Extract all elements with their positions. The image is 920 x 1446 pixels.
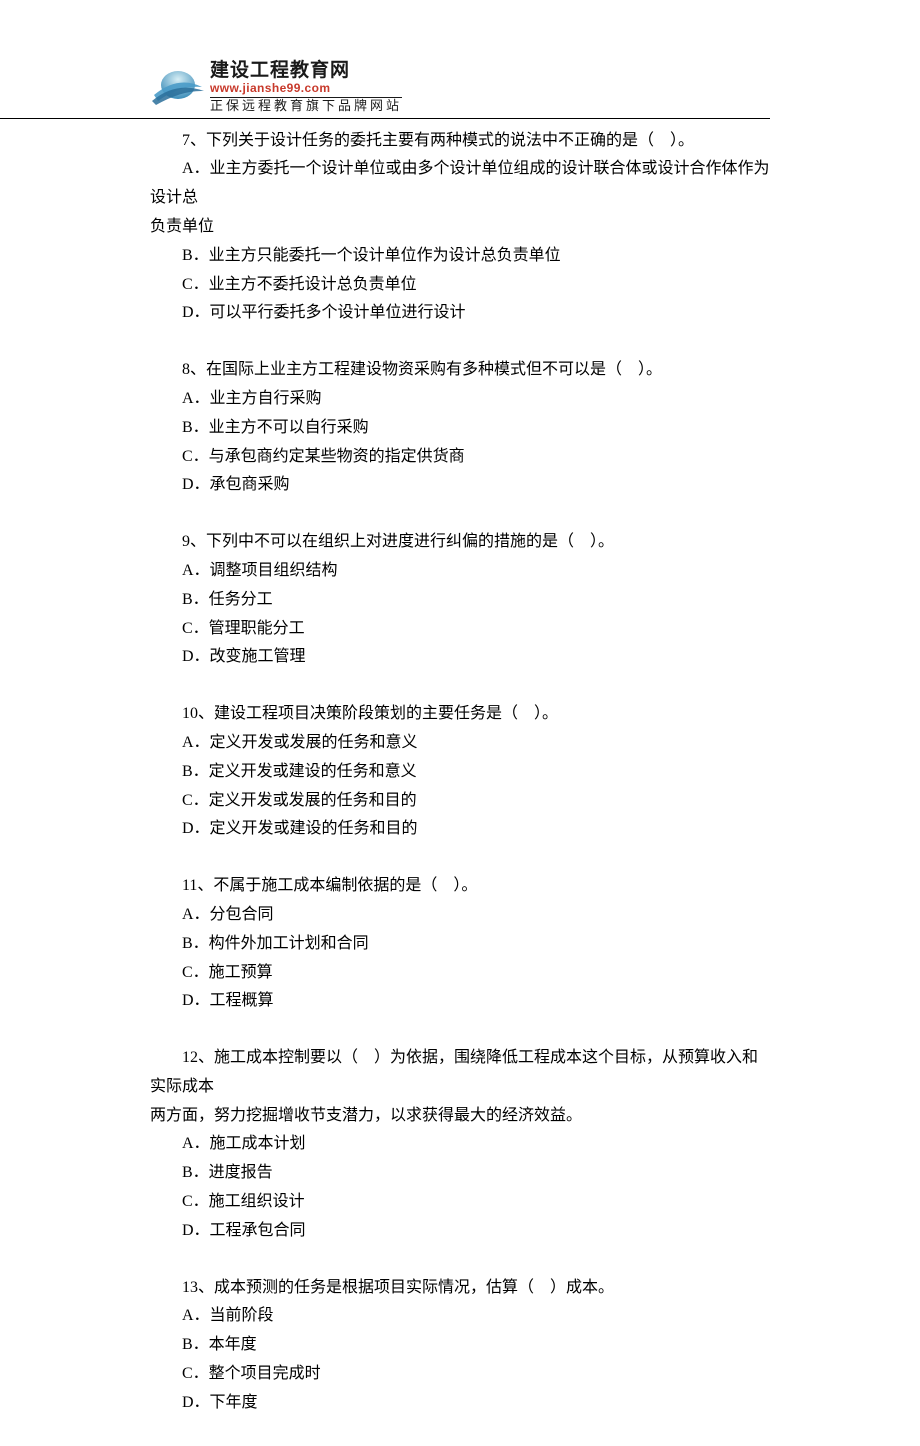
- option-b: B．进度报告: [150, 1159, 770, 1188]
- option-d: D．下年度: [150, 1389, 770, 1418]
- question-stem-continuation: 负责单位: [150, 213, 770, 242]
- option-d: D．承包商采购: [150, 471, 770, 500]
- option-d: D．可以平行委托多个设计单位进行设计: [150, 299, 770, 328]
- option-c: C．整个项目完成时: [150, 1360, 770, 1389]
- question-block: 13、成本预测的任务是根据项目实际情况，估算（ ）成本。 A．当前阶段 B．本年…: [150, 1274, 770, 1418]
- logo-block: 建设工程教育网 www.jianshe99.com 正保远程教育旗下品牌网站: [150, 60, 770, 114]
- option-c: C．施工组织设计: [150, 1188, 770, 1217]
- question-block: 7、下列关于设计任务的委托主要有两种模式的说法中不正确的是（ ）。 A．业主方委…: [150, 127, 770, 329]
- option-b: B．任务分工: [150, 586, 770, 615]
- option-b: B．构件外加工计划和合同: [150, 930, 770, 959]
- question-block: 8、在国际上业主方工程建设物资采购有多种模式但不可以是（ ）。 A．业主方自行采…: [150, 356, 770, 500]
- question-block: 9、下列中不可以在组织上对进度进行纠偏的措施的是（ ）。 A．调整项目组织结构 …: [150, 528, 770, 672]
- option-b: B．业主方不可以自行采购: [150, 414, 770, 443]
- question-block: 11、不属于施工成本编制依据的是（ ）。 A．分包合同 B．构件外加工计划和合同…: [150, 872, 770, 1016]
- logo-tagline: 正保远程教育旗下品牌网站: [210, 97, 402, 114]
- option-d: D．工程承包合同: [150, 1217, 770, 1246]
- option-a: A．施工成本计划: [150, 1130, 770, 1159]
- question-stem: 12、施工成本控制要以（ ）为依据，围绕降低工程成本这个目标，从预算收入和实际成…: [150, 1044, 770, 1102]
- question-block: 12、施工成本控制要以（ ）为依据，围绕降低工程成本这个目标，从预算收入和实际成…: [150, 1044, 770, 1246]
- option-a: A．当前阶段: [150, 1302, 770, 1331]
- option-a: A．分包合同: [150, 901, 770, 930]
- page-header: 建设工程教育网 www.jianshe99.com 正保远程教育旗下品牌网站: [0, 60, 770, 119]
- option-c: C．施工预算: [150, 959, 770, 988]
- question-stem: 10、建设工程项目决策阶段策划的主要任务是（ ）。: [150, 700, 770, 729]
- question-stem: 8、在国际上业主方工程建设物资采购有多种模式但不可以是（ ）。: [150, 356, 770, 385]
- option-d: D．改变施工管理: [150, 643, 770, 672]
- logo-text: 建设工程教育网 www.jianshe99.com 正保远程教育旗下品牌网站: [210, 60, 402, 114]
- option-a: A．业主方自行采购: [150, 385, 770, 414]
- option-d: D．定义开发或建设的任务和目的: [150, 815, 770, 844]
- content-area: 7、下列关于设计任务的委托主要有两种模式的说法中不正确的是（ ）。 A．业主方委…: [0, 127, 920, 1418]
- question-stem: A．业主方委托一个设计单位或由多个设计单位组成的设计联合体或设计合作体作为设计总: [150, 155, 770, 213]
- logo-title: 建设工程教育网: [210, 60, 402, 82]
- question-block: 10、建设工程项目决策阶段策划的主要任务是（ ）。 A．定义开发或发展的任务和意…: [150, 700, 770, 844]
- option-c: C．定义开发或发展的任务和目的: [150, 787, 770, 816]
- option-b: B．业主方只能委托一个设计单位作为设计总负责单位: [150, 242, 770, 271]
- question-stem: 9、下列中不可以在组织上对进度进行纠偏的措施的是（ ）。: [150, 528, 770, 557]
- option-c: C．与承包商约定某些物资的指定供货商: [150, 443, 770, 472]
- logo-url: www.jianshe99.com: [210, 82, 402, 96]
- option-c: C．管理职能分工: [150, 615, 770, 644]
- question-stem-continuation: 两方面，努力挖掘增收节支潜力，以求获得最大的经济效益。: [150, 1102, 770, 1131]
- question-stem: 11、不属于施工成本编制依据的是（ ）。: [150, 872, 770, 901]
- option-c: C．业主方不委托设计总负责单位: [150, 271, 770, 300]
- question-stem: 13、成本预测的任务是根据项目实际情况，估算（ ）成本。: [150, 1274, 770, 1303]
- logo-swoosh-icon: [150, 67, 206, 107]
- option-a: A．定义开发或发展的任务和意义: [150, 729, 770, 758]
- option-b: B．本年度: [150, 1331, 770, 1360]
- option-d: D．工程概算: [150, 987, 770, 1016]
- option-b: B．定义开发或建设的任务和意义: [150, 758, 770, 787]
- option-a: A．调整项目组织结构: [150, 557, 770, 586]
- question-stem: 7、下列关于设计任务的委托主要有两种模式的说法中不正确的是（ ）。: [150, 127, 770, 156]
